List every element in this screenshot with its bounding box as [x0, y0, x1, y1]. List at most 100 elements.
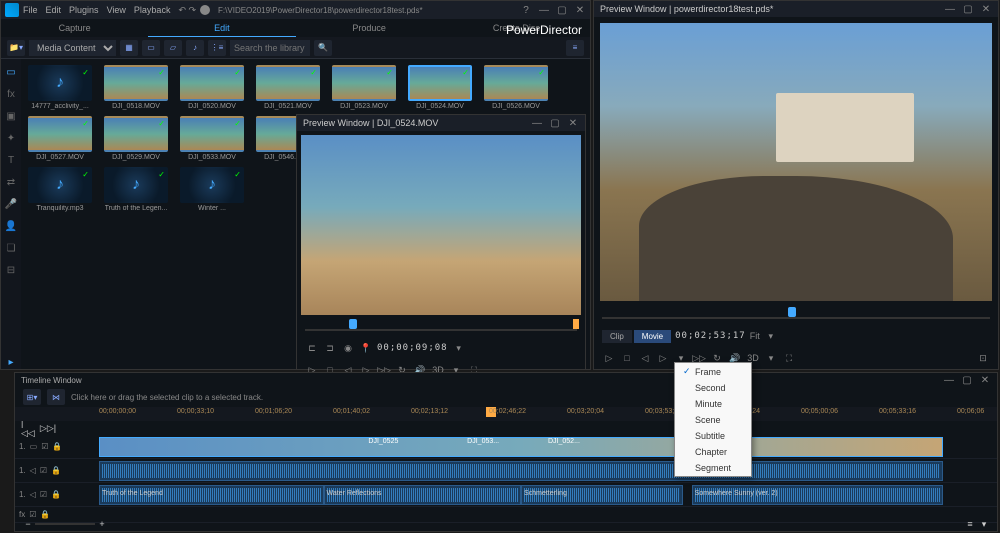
media-item[interactable]: ✓DJI_0529.MOV [103, 116, 169, 161]
track-lock-icon[interactable]: 🔒 [52, 442, 62, 451]
media-item[interactable]: ✓DJI_0524.MOV [407, 65, 473, 110]
clip-mode-button[interactable]: Clip [602, 330, 632, 343]
transition-room-icon[interactable]: ⇄ [4, 175, 18, 189]
media-item[interactable]: ♪✓Truth of the Legen... [103, 167, 169, 212]
snapshot-icon[interactable]: ◉ [341, 341, 355, 355]
dropdown-item-frame[interactable]: ✓Frame [675, 363, 751, 380]
maximize-icon[interactable]: ▢ [549, 118, 561, 129]
help-icon[interactable]: ? [520, 5, 532, 16]
track-visible-toggle[interactable]: ☑ [40, 466, 47, 475]
dropdown-item-subtitle[interactable]: Subtitle [675, 428, 751, 444]
menu-edit[interactable]: Edit [46, 5, 62, 15]
media-thumbnail[interactable]: ♪✓ [180, 167, 244, 203]
track-visible-toggle[interactable]: ☑ [41, 442, 48, 451]
music-track-content[interactable]: Truth of the LegendWater ReflectionsSchm… [99, 484, 997, 506]
minimize-icon[interactable]: — [943, 375, 955, 386]
timeline-ruler[interactable]: 00;00;00;0000;00;33;1000;01;06;2000;01;4… [15, 407, 997, 421]
zoom-out-icon[interactable]: − [21, 517, 35, 531]
undock-icon[interactable]: ⊡ [976, 351, 990, 365]
preview-movie-viewport[interactable] [600, 23, 992, 301]
minimize-icon[interactable]: — [538, 5, 550, 16]
preview-clip-viewport[interactable] [301, 135, 581, 315]
movie-mode-button[interactable]: Movie [634, 330, 671, 343]
track-lock-icon[interactable]: 🔒 [40, 510, 50, 519]
media-item[interactable]: ✓DJI_0526.MOV [483, 65, 549, 110]
media-thumbnail[interactable]: ✓ [256, 65, 320, 101]
dropdown-item-second[interactable]: Second [675, 380, 751, 396]
title-room-icon[interactable]: T [4, 153, 18, 167]
next-marker-icon[interactable]: ▷▷| [41, 421, 55, 435]
media-thumbnail[interactable]: ✓ [104, 65, 168, 101]
particle-room-icon[interactable]: ✦ [4, 131, 18, 145]
search-input[interactable] [230, 40, 310, 56]
import-button[interactable]: 📁▾ [7, 40, 25, 56]
marker-icon[interactable]: 📍 [359, 341, 373, 355]
search-icon[interactable]: 🔍 [314, 40, 332, 56]
dropdown-item-chapter[interactable]: Chapter [675, 444, 751, 460]
mark-in-icon[interactable]: ⊏ [305, 341, 319, 355]
media-item[interactable]: ♪✓Winter ... [179, 167, 245, 212]
tab-capture[interactable]: Capture [1, 19, 148, 37]
minimize-icon[interactable]: — [531, 118, 543, 129]
track-audio-icon[interactable]: ◁ [30, 466, 36, 475]
scrub-handle[interactable] [349, 319, 357, 329]
subtitle-room-icon[interactable]: ⊟ [4, 263, 18, 277]
zoom-slider[interactable] [35, 523, 95, 525]
filter-image-icon[interactable]: ▱ [164, 40, 182, 56]
media-item[interactable]: ✓DJI_0523.MOV [331, 65, 397, 110]
filter-video-icon[interactable]: ▭ [142, 40, 160, 56]
dropdown-item-minute[interactable]: Minute [675, 396, 751, 412]
insert-button[interactable]: ⊞▾ [23, 389, 41, 405]
menu-playback[interactable]: Playback [134, 5, 171, 15]
scrub-handle[interactable] [788, 307, 796, 317]
audio-clip[interactable]: Schmetterling [521, 485, 683, 505]
track-lock-icon[interactable]: 🔒 [51, 466, 61, 475]
link-button[interactable]: ⋈ [47, 389, 65, 405]
zoom-in-icon[interactable]: + [95, 517, 109, 531]
media-room-icon[interactable]: ▭ [4, 65, 18, 79]
maximize-icon[interactable]: ▢ [556, 5, 568, 16]
video-clip-strip[interactable] [99, 437, 943, 457]
media-thumbnail[interactable]: ♪✓ [28, 167, 92, 203]
track-audio-icon[interactable]: ◁ [30, 490, 36, 499]
media-thumbnail[interactable]: ♪✓ [28, 65, 92, 101]
media-item[interactable]: ✓DJI_0520.MOV [179, 65, 245, 110]
preview-movie-scrubber[interactable] [594, 307, 998, 325]
track-lock-icon[interactable]: 🔒 [51, 490, 61, 499]
media-thumbnail[interactable]: ✓ [104, 116, 168, 152]
close-icon[interactable]: ✕ [980, 4, 992, 15]
dropdown-icon[interactable]: ▾ [452, 341, 466, 355]
media-thumbnail[interactable]: ✓ [484, 65, 548, 101]
play-icon[interactable]: ▷ [602, 351, 616, 365]
tab-edit[interactable]: Edit [148, 19, 295, 37]
voice-room-icon[interactable]: 👤 [4, 219, 18, 233]
dropdown-item-segment[interactable]: Segment [675, 460, 751, 476]
media-thumbnail[interactable]: ✓ [28, 116, 92, 152]
video-track-content[interactable]: 1. Chapter 1 DJI_0525DJI_053...DJI_052..… [99, 436, 997, 458]
filter-audio-icon[interactable]: ♪ [186, 40, 204, 56]
audio-clip[interactable]: Somewhere Sunny (ver. 2) [692, 485, 943, 505]
media-item[interactable]: ♪✓Tranquility.mp3 [27, 167, 93, 212]
close-icon[interactable]: ✕ [574, 5, 586, 16]
dropdown-icon[interactable]: ▾ [764, 351, 778, 365]
tab-produce[interactable]: Produce [296, 19, 443, 37]
stop-icon[interactable]: □ [620, 351, 634, 365]
fullscreen-icon[interactable]: ⛶ [782, 351, 796, 365]
dropdown-item-scene[interactable]: Scene [675, 412, 751, 428]
mark-out-icon[interactable]: ⊐ [323, 341, 337, 355]
prev-marker-icon[interactable]: |◁◁ [21, 421, 35, 435]
menu-icon[interactable]: ≡ [566, 40, 584, 56]
chapter-room-icon[interactable]: ❏ [4, 241, 18, 255]
audio-clip[interactable]: Truth of the Legend [99, 485, 324, 505]
prev-frame-icon[interactable]: ◁ [638, 351, 652, 365]
maximize-icon[interactable]: ▢ [962, 4, 974, 15]
minimize-icon[interactable]: — [944, 4, 956, 15]
close-icon[interactable]: ✕ [567, 118, 579, 129]
audio-room-icon[interactable]: 🎤 [4, 197, 18, 211]
menu-file[interactable]: File [23, 5, 38, 15]
track-video-icon[interactable]: ▭ [30, 442, 38, 451]
media-thumbnail[interactable]: ✓ [180, 65, 244, 101]
media-item[interactable]: ✓DJI_0533.MOV [179, 116, 245, 161]
media-item[interactable]: ✓DJI_0527.MOV [27, 116, 93, 161]
close-icon[interactable]: ✕ [979, 375, 991, 386]
